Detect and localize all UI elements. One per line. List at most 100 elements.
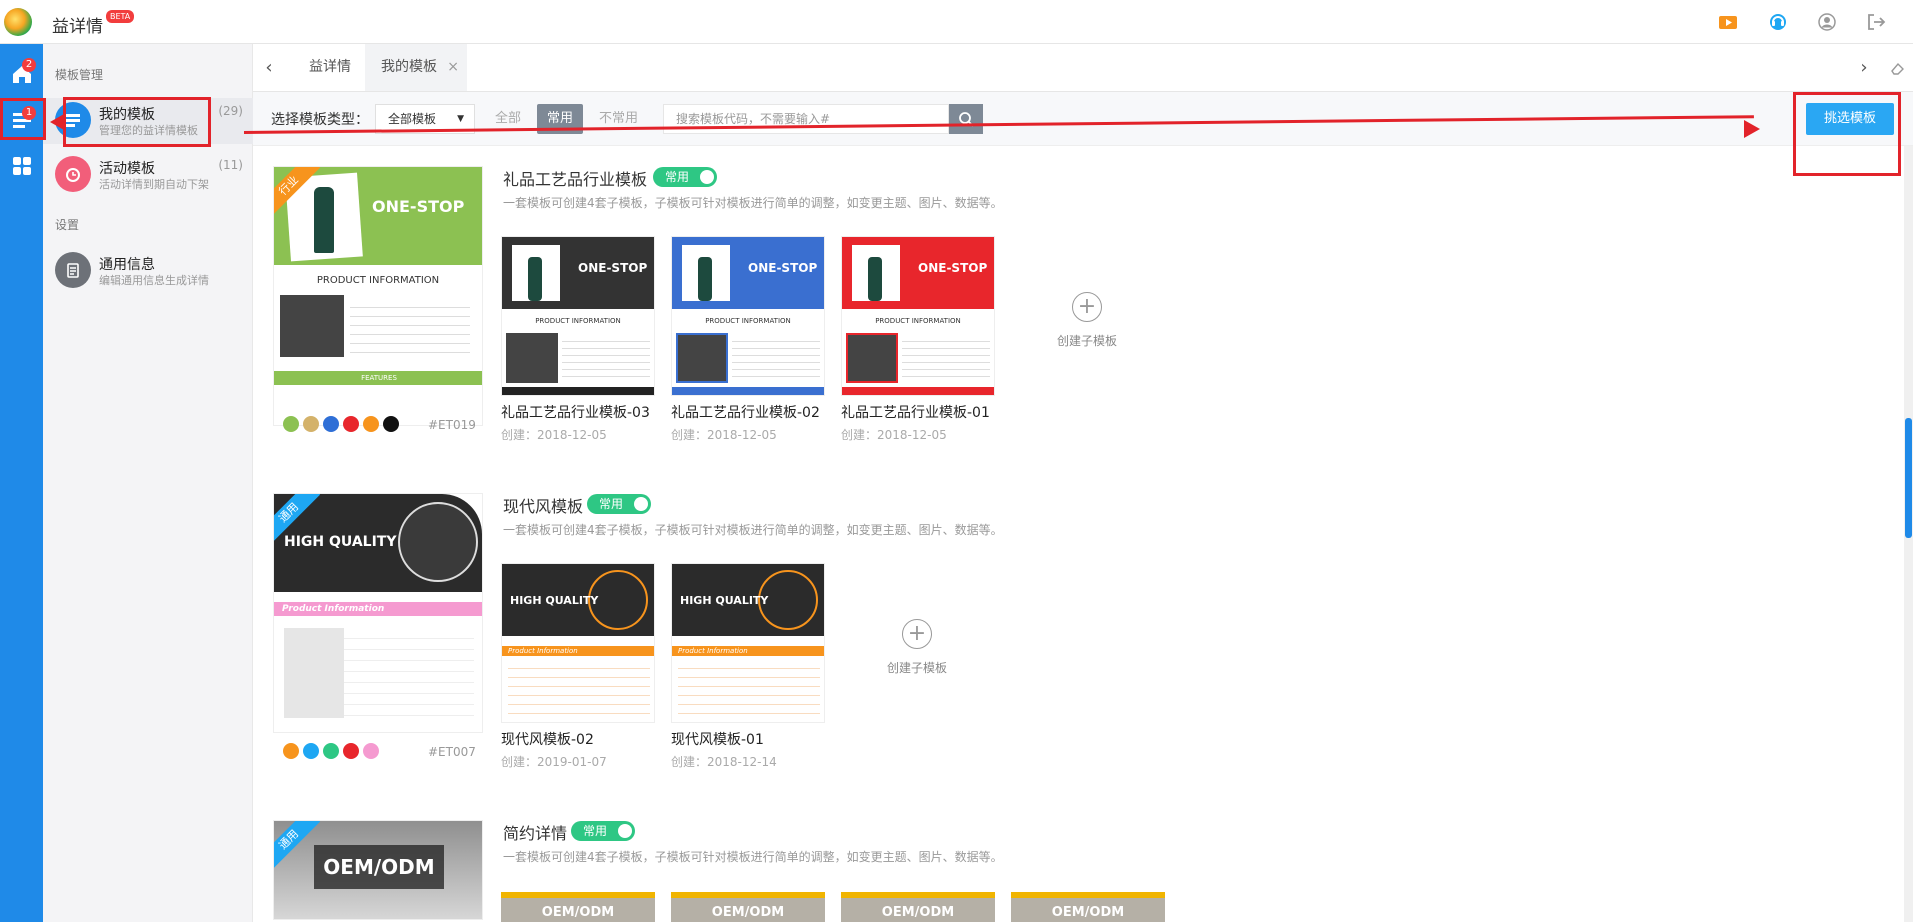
section-title: 简约详情 bbox=[503, 824, 568, 843]
thumbnail-heading: PRODUCT INFORMATION bbox=[535, 317, 621, 325]
common-toggle[interactable]: 常用 bbox=[571, 821, 635, 841]
thumbnail-banner-text: HIGH QUALITY bbox=[510, 594, 599, 607]
subtemplate-thumbnail[interactable]: OEM/ODM bbox=[671, 892, 825, 922]
subtemplate-name: 礼品工艺品行业模板-01 bbox=[841, 405, 990, 421]
subtemplate-card[interactable]: ONE-STOP PRODUCT INFORMATION 礼品工艺品行业模板-0… bbox=[841, 236, 995, 443]
cover-banner-text: HIGH QUALITY bbox=[284, 534, 397, 550]
swatch[interactable] bbox=[303, 743, 319, 759]
swatch[interactable] bbox=[363, 416, 379, 432]
common-toggle[interactable]: 常用 bbox=[587, 494, 651, 514]
swatch[interactable] bbox=[383, 416, 399, 432]
template-cover[interactable]: OEM/ODM 通用 bbox=[273, 820, 483, 920]
subtemplate-thumbnail[interactable]: OEM/ODM bbox=[501, 892, 655, 922]
search-button[interactable] bbox=[949, 104, 983, 134]
section-description: 一套模板可创建4套子模板，子模板可针对模板进行简单的调整，如变更主题、图片、数据… bbox=[503, 850, 1003, 864]
tab-forward-chevron-icon[interactable]: › bbox=[1849, 44, 1879, 91]
tab-yixiangqing[interactable]: 益详情 bbox=[293, 44, 367, 91]
toggle-label: 常用 bbox=[583, 824, 608, 838]
subtemplate-date: 创建：2019-01-07 bbox=[501, 755, 607, 769]
template-cover[interactable]: HIGH QUALITY Product Information 通用 bbox=[273, 493, 483, 733]
plus-icon: + bbox=[1072, 292, 1102, 322]
activity-templates-label: 活动模板 bbox=[99, 161, 155, 177]
side-panel: 模板管理 我的模板 管理您的益详情模板 (29) 活动模板 活动详情到期自动下架… bbox=[43, 44, 253, 922]
cover-banner-text: ONE-STOP bbox=[372, 197, 465, 216]
my-templates-count: (29) bbox=[218, 104, 243, 118]
rail-apps[interactable] bbox=[0, 146, 43, 186]
swatch[interactable] bbox=[343, 743, 359, 759]
thumbnail-banner-text: ONE-STOP bbox=[578, 261, 648, 275]
create-subtemplate-button[interactable]: + 创建子模板 bbox=[857, 619, 977, 676]
cover-footer: FEATURES bbox=[274, 371, 482, 385]
plus-icon: + bbox=[902, 619, 932, 649]
thumbnail-heading: Product Information bbox=[502, 646, 654, 656]
subtemplate-card[interactable]: HIGH QUALITY Product Information 现代风模板-0… bbox=[671, 563, 825, 770]
template-cover[interactable]: ONE-STOP PRODUCT INFORMATION FEATURES 行业 bbox=[273, 166, 483, 426]
swatch[interactable] bbox=[323, 416, 339, 432]
alarm-clock-icon bbox=[55, 156, 91, 192]
thumbnail-heading: Product Information bbox=[672, 646, 824, 656]
template-section-simple: OEM/ODM 通用 简约详情 常用 一套模板可创建4套子模板，子模板可针对模板… bbox=[273, 820, 1873, 922]
thumbnail-heading: PRODUCT INFORMATION bbox=[875, 317, 961, 325]
create-subtemplate-button[interactable]: + 创建子模板 bbox=[1027, 292, 1147, 349]
template-type-value: 全部模板 bbox=[388, 112, 437, 126]
tab-back-chevron-icon[interactable]: ‹ bbox=[253, 44, 285, 91]
subtemplate-name: 现代风模板-02 bbox=[501, 732, 594, 748]
subtemplate-thumbnail: HIGH QUALITY Product Information bbox=[671, 563, 825, 723]
swatch[interactable] bbox=[323, 743, 339, 759]
cover-banner-text: OEM/ODM bbox=[314, 845, 444, 889]
logout-icon[interactable] bbox=[1866, 12, 1886, 32]
left-rail: 2 1 bbox=[0, 44, 43, 922]
subtemplate-thumbnail: ONE-STOP PRODUCT INFORMATION bbox=[841, 236, 995, 396]
annotation-arrowhead-left-icon bbox=[50, 114, 64, 130]
cover-heading: PRODUCT INFORMATION bbox=[316, 275, 440, 286]
cover-heading: Product Information bbox=[274, 602, 482, 616]
user-avatar-icon[interactable] bbox=[1817, 12, 1837, 32]
toggle-label: 常用 bbox=[665, 170, 690, 184]
swatch[interactable] bbox=[283, 416, 299, 432]
eraser-icon[interactable] bbox=[1889, 60, 1905, 76]
annotation-arrowhead-icon bbox=[1744, 120, 1760, 138]
create-subtemplate-label: 创建子模板 bbox=[886, 661, 947, 675]
tab-close-icon[interactable]: × bbox=[447, 44, 459, 91]
tab-my-templates[interactable]: 我的模板 × bbox=[365, 44, 467, 91]
swatch[interactable] bbox=[283, 743, 299, 759]
template-type-label: 选择模板类型： bbox=[271, 112, 369, 128]
subtemplate-date: 创建：2018-12-05 bbox=[841, 428, 947, 442]
apps-grid-icon bbox=[12, 157, 31, 175]
swatch[interactable] bbox=[303, 416, 319, 432]
subtemplate-thumbnail: HIGH QUALITY Product Information bbox=[501, 563, 655, 723]
video-icon[interactable] bbox=[1718, 12, 1738, 32]
app-logo-icon bbox=[4, 8, 32, 36]
thumbnail-banner-text: HIGH QUALITY bbox=[680, 594, 769, 607]
section-heading-templates: 模板管理 bbox=[55, 68, 104, 82]
swatch[interactable] bbox=[363, 743, 379, 759]
thumbnail-heading: PRODUCT INFORMATION bbox=[705, 317, 791, 325]
clipboard-icon bbox=[55, 252, 91, 288]
subtemplate-card[interactable]: ONE-STOP PRODUCT INFORMATION 礼品工艺品行业模板-0… bbox=[501, 236, 655, 443]
subtemplate-card[interactable]: HIGH QUALITY Product Information 现代风模板-0… bbox=[501, 563, 655, 770]
general-info-label: 通用信息 bbox=[99, 257, 155, 273]
subtemplate-date: 创建：2018-12-05 bbox=[671, 428, 777, 442]
customer-service-icon[interactable] bbox=[1768, 12, 1788, 32]
content-scrollbar-thumb[interactable] bbox=[1905, 418, 1912, 538]
create-subtemplate-label: 创建子模板 bbox=[1056, 334, 1117, 348]
section-description: 一套模板可创建4套子模板，子模板可针对模板进行简单的调整，如变更主题、图片、数据… bbox=[503, 523, 1003, 537]
color-swatches bbox=[283, 416, 399, 432]
app-title: 益详情 bbox=[52, 17, 103, 37]
common-toggle[interactable]: 常用 bbox=[653, 167, 717, 187]
subtemplate-thumbnail[interactable]: OEM/ODM bbox=[841, 892, 995, 922]
color-swatches bbox=[283, 743, 379, 759]
subtemplate-card[interactable]: ONE-STOP PRODUCT INFORMATION 礼品工艺品行业模板-0… bbox=[671, 236, 825, 443]
side-item-general-info[interactable]: 通用信息 编辑通用信息生成详情 bbox=[43, 248, 253, 294]
side-item-activity-templates[interactable]: 活动模板 活动详情到期自动下架 (11) bbox=[43, 152, 253, 198]
section-heading-settings: 设置 bbox=[55, 218, 80, 232]
annotation-box-my-templates bbox=[63, 97, 211, 147]
section-title: 现代风模板 bbox=[503, 497, 584, 516]
subtemplate-date: 创建：2018-12-05 bbox=[501, 428, 607, 442]
rail-home[interactable]: 2 bbox=[0, 54, 43, 94]
template-search-input[interactable]: 搜索模板代码，不需要输入# bbox=[663, 104, 949, 134]
tab-bar: ‹ 益详情 我的模板 × › bbox=[253, 44, 1913, 92]
subtemplate-thumbnail[interactable]: OEM/ODM bbox=[1011, 892, 1165, 922]
swatch[interactable] bbox=[343, 416, 359, 432]
app-window: 益详情 BETA 2 1 模板管理 我的模板 管理您的益详情模板 (29) 活动… bbox=[0, 0, 1913, 922]
